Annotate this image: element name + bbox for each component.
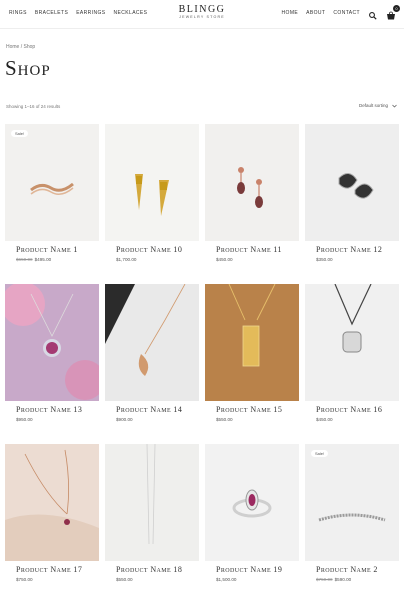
nav-about[interactable]: About — [306, 10, 325, 16]
product-image[interactable]: Sale! — [305, 444, 399, 561]
product-image[interactable] — [205, 124, 299, 241]
product-image[interactable] — [305, 124, 399, 241]
product-image[interactable] — [105, 444, 199, 561]
product-price: $450.00 — [316, 417, 333, 422]
product-image[interactable] — [5, 284, 99, 401]
sort-label: Default sorting — [358, 103, 388, 108]
nav-contact[interactable]: Contact — [333, 10, 360, 16]
site-header: Rings Bracelets Earrings Necklaces BLING… — [0, 0, 404, 29]
product-card[interactable]: Product Name 10 $1,700.00 — [105, 124, 199, 262]
product-card[interactable]: Product Name 11 $450.00 — [205, 124, 299, 262]
chevron-down-icon — [392, 104, 397, 107]
product-price: $650.00 $495.00 — [16, 257, 99, 262]
cart-icon[interactable]: 0 — [386, 5, 400, 20]
product-card[interactable]: Product Name 13 $950.00 — [5, 284, 99, 422]
product-name[interactable]: Product Name 1 — [16, 245, 99, 254]
product-image[interactable] — [5, 444, 99, 561]
product-image[interactable]: Sale! — [5, 124, 99, 241]
sale-price: $590.00 — [334, 577, 352, 582]
product-name[interactable]: Product Name 15 — [216, 405, 299, 414]
product-name[interactable]: Product Name 12 — [316, 245, 399, 254]
product-card[interactable]: Product Name 18 $550.00 — [105, 444, 199, 582]
product-card[interactable]: Sale! Product Name 2 $750.00 $590.00 — [305, 444, 399, 582]
page-title: Shop — [5, 56, 51, 80]
cart-count-badge: 0 — [393, 5, 400, 12]
product-name[interactable]: Product Name 10 — [116, 245, 199, 254]
product-card[interactable]: Product Name 14 $900.00 — [105, 284, 199, 422]
sale-badge: Sale! — [311, 450, 329, 457]
product-price: $1,700.00 — [116, 257, 137, 262]
product-name[interactable]: Product Name 14 — [116, 405, 199, 414]
product-name[interactable]: Product Name 17 — [16, 565, 99, 574]
nav-home[interactable]: Home — [282, 10, 299, 16]
product-price: $750.00 — [16, 577, 33, 582]
breadcrumb[interactable]: Home / Shop — [6, 44, 35, 50]
product-price: $1,500.00 — [216, 577, 237, 582]
old-price: $650.00 — [16, 257, 33, 262]
product-name[interactable]: Product Name 13 — [16, 405, 99, 414]
product-card[interactable]: Sale! Product Name 1 $650.00 $495.00 — [5, 124, 99, 262]
product-image[interactable] — [205, 284, 299, 401]
product-card[interactable]: Product Name 15 $550.00 — [205, 284, 299, 422]
product-price: $550.00 — [116, 577, 133, 582]
result-count: Showing 1–16 of 24 results — [6, 104, 61, 109]
secondary-nav: Home About Contact 0 — [282, 5, 400, 20]
product-name[interactable]: Product Name 2 — [316, 565, 399, 574]
product-name[interactable]: Product Name 16 — [316, 405, 399, 414]
product-name[interactable]: Product Name 11 — [216, 245, 299, 254]
product-price: $750.00 $590.00 — [316, 577, 399, 582]
product-card[interactable]: Product Name 16 $450.00 — [305, 284, 399, 422]
product-price: $450.00 — [216, 257, 233, 262]
sale-badge: Sale! — [11, 130, 29, 137]
product-card[interactable]: Product Name 17 $750.00 — [5, 444, 99, 582]
sale-price: $495.00 — [34, 257, 52, 262]
search-icon[interactable] — [368, 8, 378, 20]
product-name[interactable]: Product Name 19 — [216, 565, 299, 574]
product-card[interactable]: Product Name 19 $1,500.00 — [205, 444, 299, 582]
product-image[interactable] — [105, 284, 199, 401]
product-price: $350.00 — [316, 257, 333, 262]
product-price: $950.00 — [16, 417, 33, 422]
product-image[interactable] — [305, 284, 399, 401]
product-card[interactable]: Product Name 12 $350.00 — [305, 124, 399, 262]
old-price: $750.00 — [316, 577, 333, 582]
sort-select[interactable]: Default sorting — [359, 103, 397, 108]
product-image[interactable] — [105, 124, 199, 241]
product-image[interactable] — [205, 444, 299, 561]
product-price: $550.00 — [216, 417, 233, 422]
product-price: $900.00 — [116, 417, 133, 422]
product-name[interactable]: Product Name 18 — [116, 565, 199, 574]
